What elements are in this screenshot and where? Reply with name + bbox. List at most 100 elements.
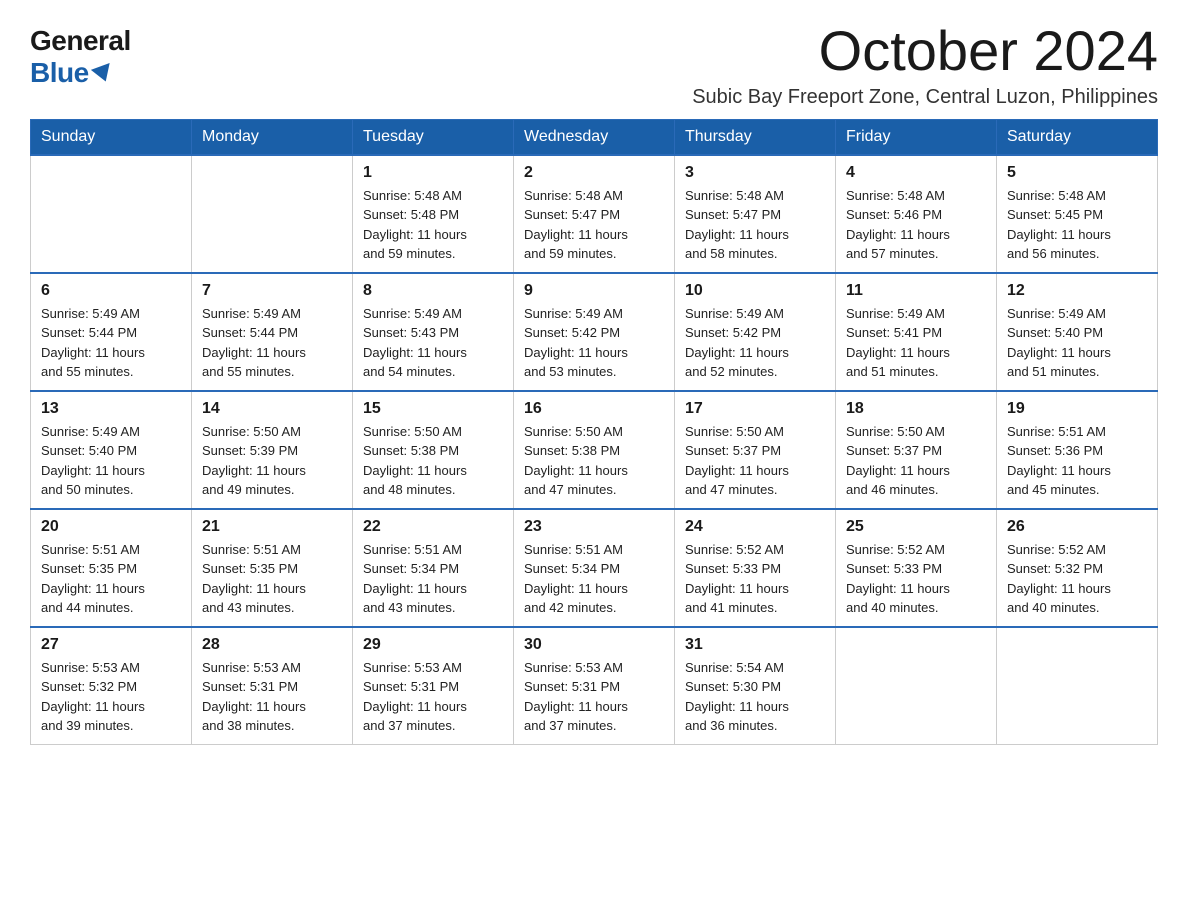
location-subtitle: Subic Bay Freeport Zone, Central Luzon, …: [692, 86, 1158, 109]
col-sunday: Sunday: [31, 119, 192, 155]
day-number: 24: [685, 518, 825, 536]
table-row: 28 Sunrise: 5:53 AMSunset: 5:31 PMDayligh…: [192, 627, 353, 745]
table-row: [997, 627, 1158, 745]
day-number: 5: [1007, 164, 1147, 182]
calendar-week-row: 27 Sunrise: 5:53 AMSunset: 5:32 PMDayligh…: [31, 627, 1158, 745]
table-row: 27 Sunrise: 5:53 AMSunset: 5:32 PMDayligh…: [31, 627, 192, 745]
table-row: 19Sunrise: 5:51 AMSunset: 5:36 PMDayligh…: [997, 391, 1158, 509]
table-row: 12Sunrise: 5:49 AMSunset: 5:40 PMDayligh…: [997, 273, 1158, 391]
table-row: 9 Sunrise: 5:49 AMSunset: 5:42 PMDaylight…: [514, 273, 675, 391]
day-info: Sunrise: 5:49 AMSunset: 5:43 PMDaylight:…: [363, 304, 503, 382]
table-row: 22 Sunrise: 5:51 AMSunset: 5:34 PMDayligh…: [353, 509, 514, 627]
day-info: Sunrise: 5:51 AMSunset: 5:36 PMDaylight:…: [1007, 422, 1147, 500]
table-row: [31, 155, 192, 273]
day-info: Sunrise: 5:48 AMSunset: 5:46 PMDaylight:…: [846, 186, 986, 264]
table-row: 8 Sunrise: 5:49 AMSunset: 5:43 PMDaylight…: [353, 273, 514, 391]
calendar-week-row: 20Sunrise: 5:51 AMSunset: 5:35 PMDayligh…: [31, 509, 1158, 627]
day-number: 18: [846, 400, 986, 418]
calendar-week-row: 6Sunrise: 5:49 AMSunset: 5:44 PMDaylight…: [31, 273, 1158, 391]
day-number: 29: [363, 636, 503, 654]
col-monday: Monday: [192, 119, 353, 155]
day-number: 14: [202, 400, 342, 418]
table-row: 3 Sunrise: 5:48 AMSunset: 5:47 PMDaylight…: [675, 155, 836, 273]
day-info: Sunrise: 5:49 AMSunset: 5:44 PMDaylight:…: [202, 304, 342, 382]
day-info: Sunrise: 5:48 AMSunset: 5:47 PMDaylight:…: [524, 186, 664, 264]
table-row: 16Sunrise: 5:50 AMSunset: 5:38 PMDayligh…: [514, 391, 675, 509]
logo: General Blue: [30, 20, 131, 89]
logo-general-text: General: [30, 25, 131, 57]
table-row: 4 Sunrise: 5:48 AMSunset: 5:46 PMDaylight…: [836, 155, 997, 273]
day-number: 25: [846, 518, 986, 536]
day-info: Sunrise: 5:48 AMSunset: 5:45 PMDaylight:…: [1007, 186, 1147, 264]
month-title: October 2024: [692, 20, 1158, 82]
day-info: Sunrise: 5:49 AMSunset: 5:42 PMDaylight:…: [685, 304, 825, 382]
day-number: 2: [524, 164, 664, 182]
day-number: 7: [202, 282, 342, 300]
header: General Blue October 2024 Subic Bay Free…: [30, 20, 1158, 109]
day-info: Sunrise: 5:48 AMSunset: 5:48 PMDaylight:…: [363, 186, 503, 264]
day-number: 31: [685, 636, 825, 654]
table-row: 31 Sunrise: 5:54 AMSunset: 5:30 PMDayligh…: [675, 627, 836, 745]
table-row: 24 Sunrise: 5:52 AMSunset: 5:33 PMDayligh…: [675, 509, 836, 627]
day-number: 23: [524, 518, 664, 536]
day-number: 27: [41, 636, 181, 654]
table-row: 10 Sunrise: 5:49 AMSunset: 5:42 PMDayligh…: [675, 273, 836, 391]
day-info: Sunrise: 5:50 AMSunset: 5:37 PMDaylight:…: [846, 422, 986, 500]
day-number: 17: [685, 400, 825, 418]
day-info: Sunrise: 5:53 AMSunset: 5:31 PMDaylight:…: [202, 658, 342, 736]
day-number: 16: [524, 400, 664, 418]
day-info: Sunrise: 5:52 AMSunset: 5:32 PMDaylight:…: [1007, 540, 1147, 618]
title-area: October 2024 Subic Bay Freeport Zone, Ce…: [692, 20, 1158, 109]
table-row: 2 Sunrise: 5:48 AMSunset: 5:47 PMDaylight…: [514, 155, 675, 273]
day-number: 22: [363, 518, 503, 536]
day-info: Sunrise: 5:54 AMSunset: 5:30 PMDaylight:…: [685, 658, 825, 736]
table-row: 30 Sunrise: 5:53 AMSunset: 5:31 PMDayligh…: [514, 627, 675, 745]
col-saturday: Saturday: [997, 119, 1158, 155]
day-number: 10: [685, 282, 825, 300]
day-number: 8: [363, 282, 503, 300]
day-number: 26: [1007, 518, 1147, 536]
table-row: 18 Sunrise: 5:50 AMSunset: 5:37 PMDayligh…: [836, 391, 997, 509]
day-info: Sunrise: 5:49 AMSunset: 5:40 PMDaylight:…: [1007, 304, 1147, 382]
day-number: 28: [202, 636, 342, 654]
table-row: 6Sunrise: 5:49 AMSunset: 5:44 PMDaylight…: [31, 273, 192, 391]
day-info: Sunrise: 5:51 AMSunset: 5:34 PMDaylight:…: [363, 540, 503, 618]
logo-blue-text: Blue: [30, 57, 113, 89]
table-row: [836, 627, 997, 745]
calendar-week-row: 1 Sunrise: 5:48 AMSunset: 5:48 PMDaylight…: [31, 155, 1158, 273]
day-number: 30: [524, 636, 664, 654]
table-row: 5 Sunrise: 5:48 AMSunset: 5:45 PMDaylight…: [997, 155, 1158, 273]
day-info: Sunrise: 5:49 AMSunset: 5:42 PMDaylight:…: [524, 304, 664, 382]
day-number: 11: [846, 282, 986, 300]
table-row: 13 Sunrise: 5:49 AMSunset: 5:40 PMDayligh…: [31, 391, 192, 509]
day-number: 3: [685, 164, 825, 182]
table-row: 7 Sunrise: 5:49 AMSunset: 5:44 PMDaylight…: [192, 273, 353, 391]
day-number: 4: [846, 164, 986, 182]
day-number: 21: [202, 518, 342, 536]
day-number: 20: [41, 518, 181, 536]
logo-triangle-icon: [91, 63, 115, 85]
table-row: 23 Sunrise: 5:51 AMSunset: 5:34 PMDayligh…: [514, 509, 675, 627]
table-row: 21Sunrise: 5:51 AMSunset: 5:35 PMDayligh…: [192, 509, 353, 627]
day-number: 13: [41, 400, 181, 418]
day-info: Sunrise: 5:49 AMSunset: 5:40 PMDaylight:…: [41, 422, 181, 500]
day-info: Sunrise: 5:50 AMSunset: 5:38 PMDaylight:…: [363, 422, 503, 500]
day-number: 1: [363, 164, 503, 182]
table-row: 17Sunrise: 5:50 AMSunset: 5:37 PMDayligh…: [675, 391, 836, 509]
calendar-header-row: Sunday Monday Tuesday Wednesday Thursday…: [31, 119, 1158, 155]
day-info: Sunrise: 5:50 AMSunset: 5:39 PMDaylight:…: [202, 422, 342, 500]
day-number: 9: [524, 282, 664, 300]
col-friday: Friday: [836, 119, 997, 155]
col-tuesday: Tuesday: [353, 119, 514, 155]
table-row: 29Sunrise: 5:53 AMSunset: 5:31 PMDayligh…: [353, 627, 514, 745]
table-row: 1 Sunrise: 5:48 AMSunset: 5:48 PMDaylight…: [353, 155, 514, 273]
table-row: 11Sunrise: 5:49 AMSunset: 5:41 PMDayligh…: [836, 273, 997, 391]
day-info: Sunrise: 5:53 AMSunset: 5:31 PMDaylight:…: [524, 658, 664, 736]
table-row: 25Sunrise: 5:52 AMSunset: 5:33 PMDayligh…: [836, 509, 997, 627]
day-info: Sunrise: 5:52 AMSunset: 5:33 PMDaylight:…: [685, 540, 825, 618]
table-row: 20Sunrise: 5:51 AMSunset: 5:35 PMDayligh…: [31, 509, 192, 627]
day-info: Sunrise: 5:48 AMSunset: 5:47 PMDaylight:…: [685, 186, 825, 264]
day-info: Sunrise: 5:53 AMSunset: 5:32 PMDaylight:…: [41, 658, 181, 736]
day-number: 15: [363, 400, 503, 418]
day-info: Sunrise: 5:51 AMSunset: 5:34 PMDaylight:…: [524, 540, 664, 618]
